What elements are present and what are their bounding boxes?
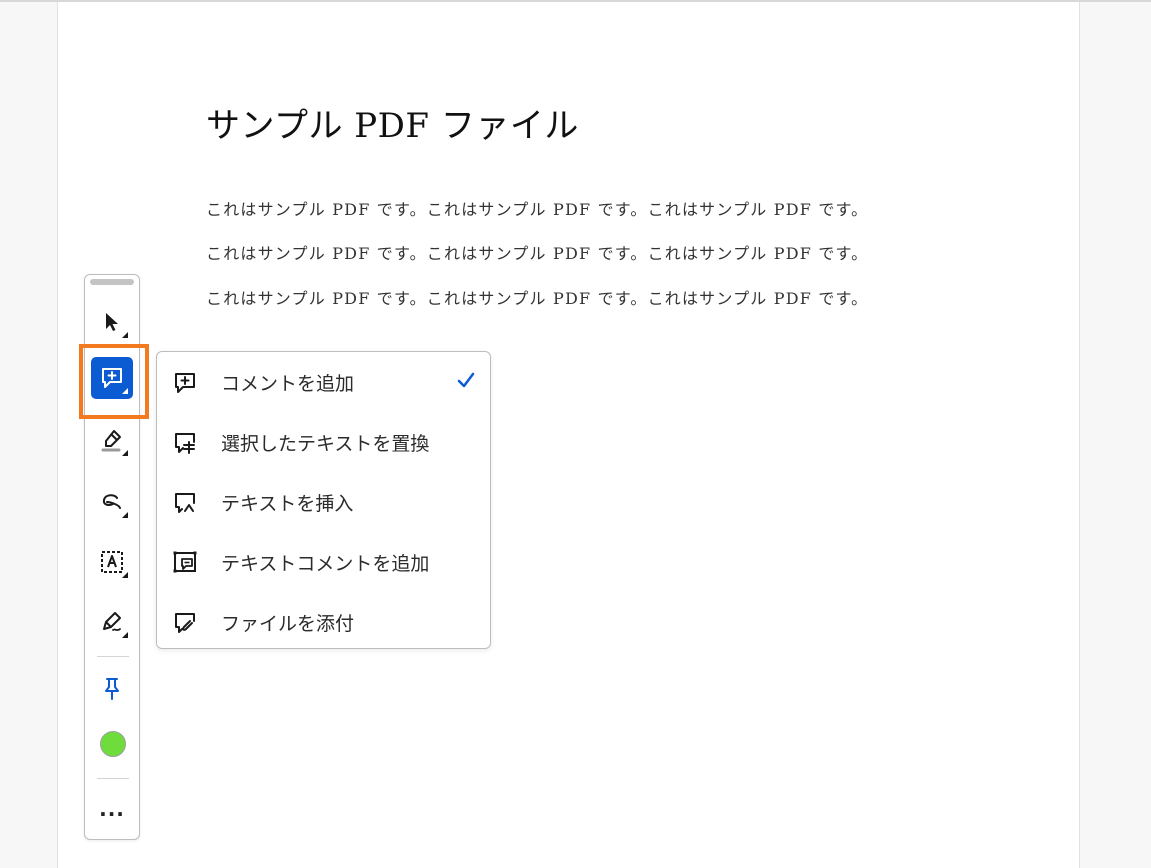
- pdf-paragraph: これはサンプル PDF です。これはサンプル PDF です。これはサンプル PD…: [206, 200, 869, 219]
- attach-file-icon: [175, 613, 195, 633]
- menu-item-label: テキストコメントを追加: [221, 552, 430, 575]
- text-comment-icon: [173, 551, 197, 573]
- toolbar-divider: [97, 656, 129, 657]
- tool-dropdown-indicator: [122, 450, 128, 456]
- comment-plus-icon: [175, 373, 195, 393]
- tool-dropdown-indicator: [122, 512, 128, 518]
- more-tools-button[interactable]: ...: [91, 794, 133, 824]
- toolbar-drag-handle[interactable]: [90, 279, 134, 285]
- menu-item-add-comment[interactable]: コメントを追加: [157, 356, 490, 408]
- text-box-tool-button[interactable]: [91, 541, 133, 583]
- replace-text-icon: [175, 433, 195, 454]
- add-comment-tool-button[interactable]: [91, 357, 133, 399]
- tool-dropdown-indicator: [122, 572, 128, 578]
- color-picker-swatch[interactable]: [100, 731, 126, 757]
- arrow-pointer-icon: [106, 313, 118, 331]
- insert-text-icon: [175, 493, 195, 513]
- sign-tool-button[interactable]: [91, 601, 133, 643]
- pdf-title: サンプル PDF ファイル: [206, 106, 579, 146]
- select-tool-button[interactable]: [91, 301, 133, 343]
- pdf-paragraph: これはサンプル PDF です。これはサンプル PDF です。これはサンプル PD…: [206, 244, 869, 263]
- menu-item-label: 選択したテキストを置換: [221, 432, 430, 455]
- tool-dropdown-indicator: [122, 388, 128, 394]
- highlight-tool-button[interactable]: [91, 419, 133, 461]
- menu-item-attach-file[interactable]: ファイルを添付: [157, 596, 490, 648]
- menu-item-text-comment[interactable]: テキストコメントを追加: [157, 536, 490, 588]
- pin-tool-button[interactable]: [91, 668, 133, 710]
- checkmark-icon: [457, 372, 475, 388]
- tool-dropdown-indicator: [122, 632, 128, 638]
- annotation-toolbar: ...: [84, 274, 140, 840]
- draw-tool-button[interactable]: [91, 481, 133, 523]
- pdf-paragraph: これはサンプル PDF です。これはサンプル PDF です。これはサンプル PD…: [206, 289, 869, 308]
- menu-item-replace-text[interactable]: 選択したテキストを置換: [157, 416, 490, 468]
- menu-item-label: コメントを追加: [221, 372, 355, 395]
- pin-icon: [105, 678, 119, 700]
- menu-item-label: ファイルを添付: [221, 612, 355, 635]
- comment-tool-menu: コメントを追加 選択したテキストを置換 テキストを挿入 テキストコメントを追加: [156, 351, 491, 649]
- menu-item-label: テキストを挿入: [221, 492, 354, 515]
- toolbar-divider: [97, 778, 129, 779]
- tool-dropdown-indicator: [122, 332, 128, 338]
- menu-item-insert-text[interactable]: テキストを挿入: [157, 476, 490, 528]
